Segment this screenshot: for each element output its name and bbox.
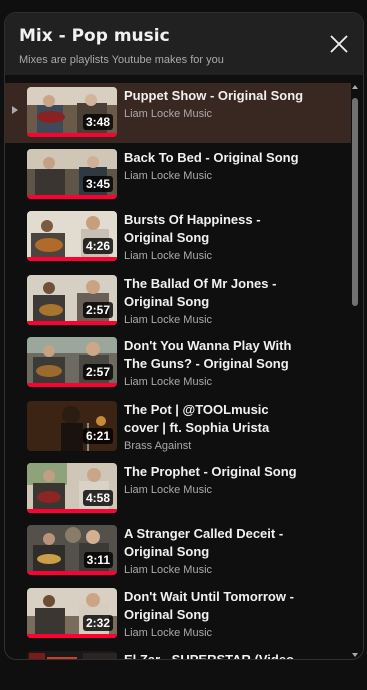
watch-progress-bar (27, 634, 117, 638)
scrollbar-thumb[interactable] (352, 98, 358, 306)
duration-badge: 4:58 (82, 490, 113, 506)
duration-badge: 2:57 (82, 364, 113, 380)
duration-badge: 3:45 (82, 176, 113, 192)
video-title[interactable]: The Prophet - Original Song (124, 463, 304, 481)
duration-badge: 3:48 (82, 114, 113, 130)
channel-name[interactable]: Brass Against (124, 440, 191, 452)
duration-badge: 3:11 (83, 552, 113, 568)
playlist-item[interactable]: 3:48 Puppet Show - Original Song Liam Lo… (5, 83, 351, 143)
video-thumbnail[interactable]: 3:45 (27, 149, 117, 199)
video-title[interactable]: Puppet Show - Original Song (124, 87, 304, 105)
channel-name[interactable]: Liam Locke Music (124, 250, 212, 262)
close-button[interactable] (327, 32, 351, 56)
watch-progress-bar (27, 195, 117, 199)
playlist-item[interactable]: 2:57 The Ballad Of Mr Jones - Original S… (5, 271, 351, 331)
duration-badge: 2:32 (82, 615, 113, 631)
video-thumbnail[interactable]: 4:26 (27, 211, 117, 261)
channel-name[interactable]: Liam Locke Music (124, 314, 212, 326)
video-title[interactable]: El Zar - SUPERSTAR (Video Oficial) (124, 651, 304, 659)
video-title[interactable]: Don't Wait Until Tomorrow - Original Son… (124, 588, 304, 624)
channel-name[interactable]: Liam Locke Music (124, 376, 212, 388)
video-title[interactable]: Back To Bed - Original Song (124, 149, 304, 167)
video-thumbnail[interactable]: 3:11 (27, 525, 117, 575)
watch-progress-bar (27, 257, 117, 261)
video-title[interactable]: The Pot | @TOOLmusic cover | ft. Sophia … (124, 401, 304, 437)
duration-badge: 2:57 (82, 302, 113, 318)
scrollbar[interactable] (349, 81, 361, 659)
play-indicator-icon (12, 106, 18, 114)
playlist-item[interactable]: 2:57 Don't You Wanna Play With The Guns?… (5, 333, 351, 393)
channel-name[interactable]: Liam Locke Music (124, 484, 212, 496)
video-thumbnail[interactable]: 6:21 (27, 401, 117, 451)
video-thumbnail[interactable]: 3:48 (27, 87, 117, 137)
channel-name[interactable]: Liam Locke Music (124, 170, 212, 182)
watch-progress-bar (27, 321, 117, 325)
watch-progress-bar (27, 509, 117, 513)
video-title[interactable]: The Ballad Of Mr Jones - Original Song (124, 275, 304, 311)
playlist-item[interactable]: El Zar - SUPERSTAR (Video Oficial) (5, 647, 351, 659)
video-thumbnail[interactable]: 4:58 (27, 463, 117, 513)
duration-badge: 4:26 (82, 238, 113, 254)
playlist-item[interactable]: 4:58 The Prophet - Original Song Liam Lo… (5, 459, 351, 519)
duration-badge: 6:21 (82, 428, 113, 444)
playlist-item[interactable]: 2:32 Don't Wait Until Tomorrow - Origina… (5, 584, 351, 644)
playlist-items: 3:48 Puppet Show - Original Song Liam Lo… (5, 83, 351, 659)
playlist-item[interactable]: 3:11 A Stranger Called Deceit - Original… (5, 521, 351, 581)
watch-progress-bar (27, 571, 117, 575)
video-title[interactable]: Bursts Of Happiness - Original Song (124, 211, 304, 247)
playlist-subtitle: Mixes are playlists Youtube makes for yo… (19, 54, 224, 66)
video-title[interactable]: A Stranger Called Deceit - Original Song (124, 525, 304, 561)
scroll-up-arrow-icon[interactable] (352, 85, 358, 89)
video-thumbnail[interactable]: 2:57 (27, 337, 117, 387)
playlist-title: Mix - Pop music (19, 26, 170, 46)
channel-name[interactable]: Liam Locke Music (124, 627, 212, 639)
channel-name[interactable]: Liam Locke Music (124, 108, 212, 120)
channel-name[interactable]: Liam Locke Music (124, 564, 212, 576)
playlist-header: Mix - Pop music Mixes are playlists Yout… (5, 13, 363, 75)
thumbnail-image (27, 651, 117, 659)
video-title[interactable]: Don't You Wanna Play With The Guns? - Or… (124, 337, 304, 373)
watch-progress-bar (27, 133, 117, 137)
watch-progress-bar (27, 383, 117, 387)
video-thumbnail[interactable]: 2:32 (27, 588, 117, 638)
playlist-item[interactable]: 4:26 Bursts Of Happiness - Original Song… (5, 207, 351, 267)
playlist-item[interactable]: 6:21 The Pot | @TOOLmusic cover | ft. So… (5, 397, 351, 457)
close-icon (330, 35, 348, 53)
video-thumbnail[interactable]: 2:57 (27, 275, 117, 325)
scroll-down-arrow-icon[interactable] (352, 653, 358, 657)
mix-playlist-panel: Mix - Pop music Mixes are playlists Yout… (4, 12, 364, 660)
video-thumbnail[interactable] (27, 651, 117, 659)
playlist-item[interactable]: 3:45 Back To Bed - Original Song Liam Lo… (5, 145, 351, 205)
